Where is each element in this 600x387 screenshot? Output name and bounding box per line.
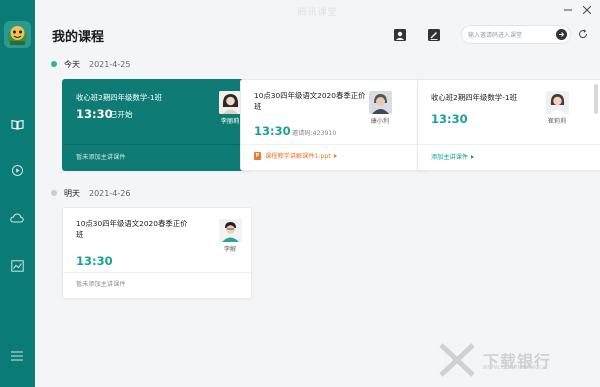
course-time: 13:30 [76, 107, 113, 121]
section-header-tomorrow: 明天 2021-4-26 [51, 187, 130, 199]
courseware-status: 暂未添加主讲课件 [76, 281, 126, 288]
arrow-right-icon[interactable] [556, 29, 567, 40]
book-icon[interactable] [8, 115, 26, 133]
course-title: 10点30四年级语文2020春季正价班 [76, 219, 188, 239]
course-card[interactable]: 收心班2期四年级数学-1班 13:30 崔莉莉 添加主讲课件 [417, 79, 600, 171]
courseware-filename: 课程教学讲解课件1.ppt [265, 153, 331, 160]
teacher-name: 李解 [223, 246, 237, 253]
section-dot [51, 190, 57, 196]
section-label: 今天 [64, 59, 80, 69]
replay-icon[interactable] [8, 161, 26, 179]
section-date: 2021-4-25 [89, 59, 131, 69]
add-courseware-link[interactable]: 添加主讲课件 [431, 152, 475, 161]
teacher-name: 崔莉莉 [547, 118, 567, 125]
invite-code-input[interactable] [468, 29, 554, 41]
invite-code: 邀请码:423910 [292, 130, 337, 137]
sidebar [0, 0, 35, 387]
menu-icon[interactable] [8, 347, 26, 365]
scrollbar-thumb[interactable] [594, 84, 598, 114]
course-card[interactable]: 10点30四年级语文2020春季正价班 13:30 李解 暂未添加主讲课件 [62, 207, 252, 299]
card-divider [63, 144, 251, 145]
course-card[interactable]: 10点30四年级语文2020春季正价班 13:30 邀请码:423910 康小利… [240, 79, 430, 171]
teacher-avatar [219, 91, 242, 114]
course-time: 13:30 [76, 254, 113, 268]
section-dot [51, 61, 57, 67]
close-button[interactable] [580, 4, 594, 16]
course-status: 已开始 [110, 110, 133, 119]
section-label: 明天 [64, 188, 80, 198]
course-time: 13:30 [254, 124, 291, 138]
refresh-icon[interactable] [577, 28, 589, 40]
course-time: 13:30 [431, 112, 468, 126]
main-area: 腾讯课堂 我的课程 今天 2021-4-25 收心班2期四年级数学-1班 13:… [35, 0, 600, 387]
window-title: 腾讯课堂 [297, 8, 338, 18]
cloud-icon[interactable] [8, 209, 26, 227]
arrow-right-icon [471, 154, 475, 159]
invite-code-search [461, 25, 571, 44]
section-date: 2021-4-26 [89, 188, 131, 198]
card-divider [241, 144, 429, 145]
page-title: 我的课程 [52, 30, 105, 45]
teacher-name: 康小利 [370, 118, 390, 125]
watermark-logo-icon [439, 343, 475, 377]
watermark-url: www.downbank.cn [482, 363, 548, 371]
live-classroom-icon[interactable] [392, 27, 408, 43]
arrow-right-icon [333, 153, 337, 158]
teacher-avatar [219, 219, 242, 242]
courseware-status: 暂未添加主讲课件 [76, 154, 126, 161]
course-title: 收心班2期四年级数学-1班 [76, 93, 162, 102]
ppt-icon: P [254, 151, 261, 160]
edit-board-icon[interactable] [426, 27, 442, 43]
teacher-avatar [369, 91, 392, 114]
course-card[interactable]: 收心班2期四年级数学-1班 13:30 已开始 李丽莉 暂未添加主讲课件 [62, 79, 252, 171]
chart-icon[interactable] [8, 257, 26, 275]
teacher-avatar [546, 91, 569, 114]
app-logo [4, 21, 31, 48]
course-title: 10点30四年级语文2020春季正价班 [254, 91, 366, 111]
card-divider [418, 144, 600, 145]
watermark: 下载银行 www.downbank.cn [439, 343, 551, 377]
section-header-today: 今天 2021-4-25 [51, 58, 130, 70]
course-title: 收心班2期四年级数学-1班 [431, 93, 517, 102]
courseware-link[interactable]: P 课程教学讲解课件1.ppt [254, 151, 337, 160]
add-courseware-label: 添加主讲课件 [431, 154, 469, 161]
minimize-button[interactable] [561, 4, 575, 16]
card-divider [63, 272, 251, 273]
